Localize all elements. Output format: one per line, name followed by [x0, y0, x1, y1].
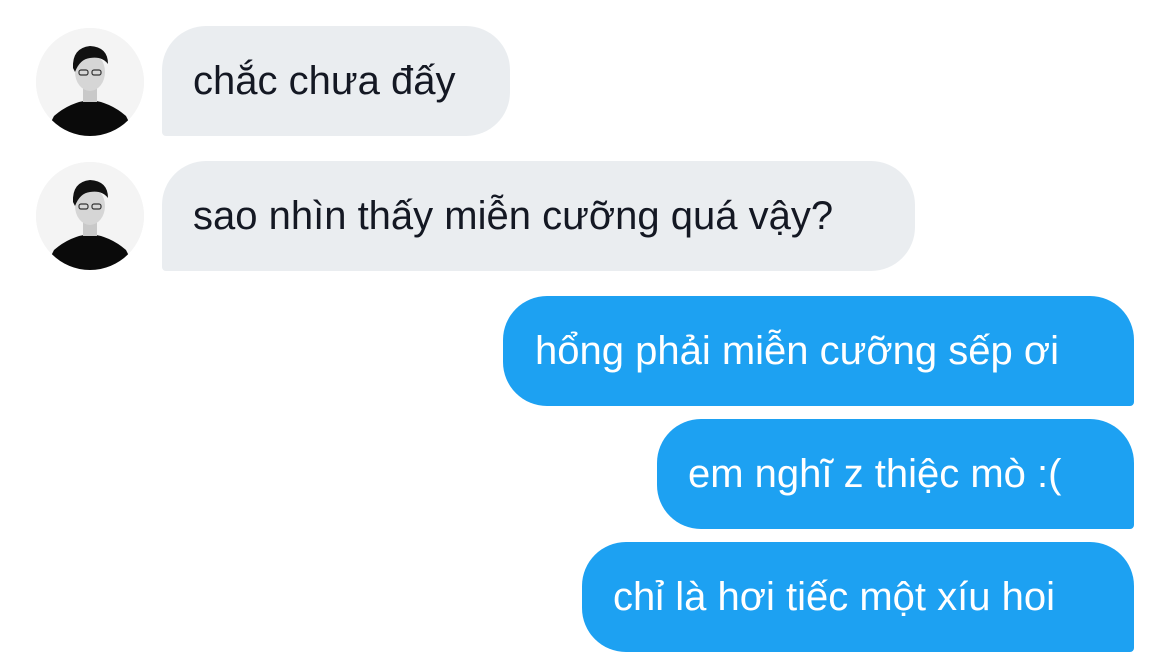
- sent-message-bubble[interactable]: em nghĩ z thiệc mò :(: [657, 419, 1134, 529]
- avatar[interactable]: [36, 28, 144, 136]
- received-message-bubble[interactable]: chắc chưa đấy: [162, 26, 510, 136]
- message-text: chắc chưa đấy: [193, 59, 456, 103]
- person-avatar-icon: [36, 162, 144, 270]
- person-avatar-icon: [36, 28, 144, 136]
- message-text: sao nhìn thấy miễn cưỡng quá vậy?: [193, 194, 834, 238]
- sent-message-bubble[interactable]: chỉ là hơi tiếc một xíu hoi: [582, 542, 1134, 652]
- received-message-bubble[interactable]: sao nhìn thấy miễn cưỡng quá vậy?: [162, 161, 915, 271]
- message-text: em nghĩ z thiệc mò :(: [688, 452, 1062, 496]
- chat-thread: chắc chưa đấy sao nhìn thấy miễn cưỡng q…: [0, 0, 1170, 658]
- message-text: chỉ là hơi tiếc một xíu hoi: [613, 575, 1055, 619]
- message-text: hổng phải miễn cưỡng sếp ơi: [535, 329, 1059, 373]
- avatar[interactable]: [36, 162, 144, 270]
- sent-message-bubble[interactable]: hổng phải miễn cưỡng sếp ơi: [503, 296, 1134, 406]
